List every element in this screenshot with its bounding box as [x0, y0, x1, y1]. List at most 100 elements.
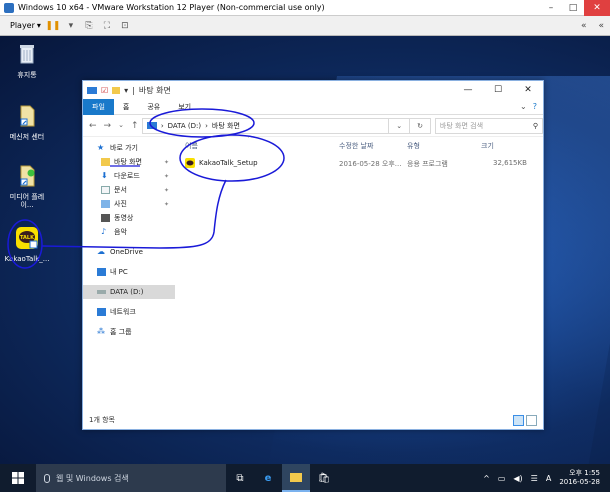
nav-item-label: 동영상: [114, 214, 134, 222]
maximize-button[interactable]: ☐: [483, 81, 513, 99]
up-icon[interactable]: ↑: [131, 121, 139, 131]
nav-item-label: 다운로드: [114, 172, 140, 180]
clock[interactable]: 오후 1:55 2016-05-28: [559, 469, 600, 487]
tab-share[interactable]: 공유: [138, 99, 169, 115]
tab-home[interactable]: 홈: [114, 99, 138, 115]
clock-time: 오후 1:55: [569, 469, 600, 477]
nav-item-data-drive[interactable]: DATA (D:): [83, 285, 175, 299]
large-icons-view-icon[interactable]: [526, 414, 537, 426]
ime-indicator[interactable]: A: [546, 474, 551, 483]
folder-icon: [290, 472, 302, 482]
file-shortcut-icon: [20, 165, 35, 187]
action-center-icon[interactable]: ☰: [531, 474, 538, 483]
nav-item-desktop[interactable]: 바탕 화면 ✦: [83, 155, 175, 169]
nav-item-this-pc[interactable]: 내 PC: [83, 265, 175, 279]
nav-item-documents[interactable]: 문서 ✦: [83, 183, 175, 197]
collapse-toolbar-icon[interactable]: «: [581, 21, 587, 31]
network-tray-icon[interactable]: ▭: [498, 474, 506, 483]
expand-ribbon-icon[interactable]: ⌄: [520, 102, 527, 111]
forward-icon[interactable]: →: [104, 121, 112, 131]
nav-item-label: OneDrive: [110, 248, 143, 256]
file-size: 32,615KB: [493, 159, 527, 167]
tab-file[interactable]: 파일: [83, 98, 114, 115]
minimize-button[interactable]: —: [453, 81, 483, 99]
folder-icon: [101, 158, 110, 166]
column-name[interactable]: 이름: [185, 141, 198, 151]
help-icon[interactable]: ?: [533, 102, 537, 111]
nav-item-quick-access[interactable]: ★ 바로 가기: [83, 141, 175, 155]
file-type: 응용 프로그램: [407, 160, 448, 168]
desktop-icon-kakaotalk[interactable]: TALK KakaoTalk_...: [4, 226, 50, 263]
file-name: KakaoTalk_Setup: [199, 159, 258, 167]
desktop-icon-messenger-center[interactable]: 메신저 센터: [4, 104, 50, 141]
address-row: ← → ⌄ ↑ › DATA (D:) › 바탕 화면 ⌄ ↻ 바탕 화면 검색…: [83, 115, 544, 137]
edge-browser-icon[interactable]: e: [254, 464, 282, 492]
file-explorer-taskbar-icon[interactable]: [282, 464, 310, 492]
show-hidden-icons-icon[interactable]: ^: [483, 474, 490, 483]
nav-item-label: 문서: [114, 186, 127, 194]
vmware-minimize-button[interactable]: –: [540, 0, 562, 16]
vmware-toolbar: Player ▾ ❚❚ ▾ ⎘ ⛶ ⊡ « «: [0, 16, 610, 36]
start-button[interactable]: [0, 464, 36, 492]
tab-view[interactable]: 보기: [169, 99, 200, 115]
desktop-icon-media-player[interactable]: 미디어 플레이...: [4, 164, 50, 209]
nav-item-music[interactable]: ♪ 음악: [83, 225, 175, 239]
cloud-icon: ☁: [97, 247, 105, 256]
vmware-maximize-button[interactable]: □: [562, 0, 584, 16]
refresh-button[interactable]: ↻: [410, 117, 431, 134]
file-shortcut-icon: [20, 105, 35, 127]
details-view-icon[interactable]: [513, 414, 524, 426]
address-bar[interactable]: › DATA (D:) › 바탕 화면: [141, 117, 390, 134]
network-icon: [97, 308, 106, 316]
unity-icon[interactable]: ⊡: [119, 20, 131, 32]
nav-item-onedrive[interactable]: ☁ OneDrive: [83, 245, 175, 259]
breadcrumb-data-drive[interactable]: DATA (D:): [168, 122, 201, 130]
player-menu-button[interactable]: Player ▾: [10, 21, 41, 30]
navigation-pane: ★ 바로 가기 바탕 화면 ✦ ⬇ 다운로드 ✦ 문서 ✦ 사진 ✦ 동영상 ♪…: [83, 137, 175, 411]
desktop-icon-label: KakaoTalk_...: [4, 255, 50, 263]
close-button[interactable]: ✕: [513, 81, 543, 99]
nav-item-homegroup[interactable]: ⁂ 홈 그룹: [83, 325, 175, 339]
pin-icon: ✦: [163, 186, 169, 194]
nav-item-label: 바탕 화면: [114, 158, 142, 166]
nav-item-downloads[interactable]: ⬇ 다운로드 ✦: [83, 169, 175, 183]
breadcrumb-desktop[interactable]: 바탕 화면: [212, 121, 240, 131]
separator-icon: |: [132, 85, 135, 95]
column-type[interactable]: 유형: [407, 141, 420, 151]
new-folder-icon[interactable]: [112, 86, 121, 94]
dropdown-chevron-icon[interactable]: ▾: [65, 20, 77, 32]
back-icon[interactable]: ←: [89, 121, 97, 131]
volume-icon[interactable]: ◀): [513, 474, 522, 483]
picture-icon: [101, 200, 110, 208]
nav-item-network[interactable]: 네트워크: [83, 305, 175, 319]
nav-item-label: 네트워크: [110, 308, 136, 316]
nav-item-videos[interactable]: 동영상: [83, 211, 175, 225]
vmware-close-button[interactable]: ✕: [584, 0, 610, 16]
column-size[interactable]: 크기: [481, 141, 494, 151]
properties-icon[interactable]: ☑: [101, 86, 108, 95]
store-icon[interactable]: 🛍: [310, 464, 338, 492]
microphone-icon: [44, 473, 50, 483]
address-dropdown[interactable]: ⌄: [389, 117, 411, 134]
chevron-down-icon[interactable]: ▾: [124, 86, 128, 95]
chevron-down-icon: ▾: [36, 21, 41, 30]
task-view-icon[interactable]: ⧉: [226, 464, 254, 492]
file-explorer-window: ☑ ▾ | 바탕 화면 — ☐ ✕ 파일 홈 공유 보기 ⌄ ? ← → ⌄ ↑: [82, 80, 544, 430]
send-ctrl-alt-del-icon[interactable]: ⎘: [83, 20, 95, 32]
fullscreen-icon[interactable]: ⛶: [101, 20, 113, 32]
collapse-toolbar-icon-2[interactable]: «: [598, 21, 604, 31]
nav-item-label: 홈 그룹: [110, 328, 132, 336]
sort-arrow-icon: ^: [247, 135, 253, 143]
nav-item-label: DATA (D:): [110, 288, 144, 296]
desktop-icon-recycle-bin[interactable]: 휴지통: [4, 42, 50, 79]
file-modified: 2016-05-28 오후...: [339, 160, 402, 168]
pause-icon[interactable]: ❚❚: [45, 20, 60, 32]
taskbar-search-input[interactable]: 웹 및 Windows 검색: [36, 464, 226, 492]
pin-icon: ✦: [163, 172, 169, 180]
vmware-title-bar: Windows 10 x64 - VMware Workstation 12 P…: [0, 0, 610, 16]
search-input[interactable]: 바탕 화면 검색 ⚲: [434, 117, 544, 134]
nav-item-pictures[interactable]: 사진 ✦: [83, 197, 175, 211]
column-modified[interactable]: 수정한 날짜: [339, 141, 373, 151]
chevron-down-icon[interactable]: ⌄: [118, 121, 124, 131]
table-row[interactable]: KakaoTalk_Setup 2016-05-28 오후... 응용 프로그램…: [175, 157, 543, 171]
